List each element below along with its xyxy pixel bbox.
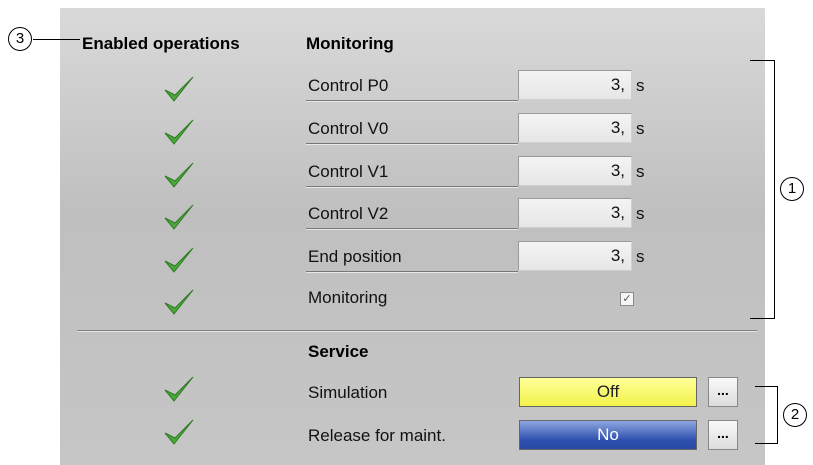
- section-divider: [77, 330, 757, 331]
- monitoring-label: Monitoring: [308, 288, 388, 307]
- row-underline: [306, 100, 518, 101]
- control-p0-time-field[interactable]: 3,: [518, 70, 632, 100]
- simulation-label: Simulation: [308, 383, 388, 402]
- control-p0-label: Control P0: [308, 76, 389, 95]
- callout-3: 3: [8, 27, 32, 51]
- end-position-unit: s: [636, 247, 645, 266]
- control-p0-unit: s: [636, 76, 645, 95]
- control-v1-label: Control V1: [308, 162, 389, 181]
- checkmark-icon: [164, 419, 194, 445]
- release-for-maint-label: Release for maint.: [308, 426, 446, 445]
- row-underline: [306, 271, 518, 272]
- checkmark-icon: [164, 247, 194, 273]
- simulation-more-button[interactable]: ...: [708, 377, 738, 407]
- end-position-time-field[interactable]: 3,: [518, 241, 632, 271]
- end-position-label: End position: [308, 247, 402, 266]
- enabled-operations-heading: Enabled operations: [82, 34, 240, 53]
- checkmark-icon: [164, 76, 194, 102]
- callout-1-bracket: [750, 60, 775, 319]
- row-underline: [306, 186, 518, 187]
- checkmark-icon: [164, 376, 194, 402]
- control-v0-unit: s: [636, 119, 645, 138]
- control-v1-unit: s: [636, 162, 645, 181]
- checkmark-icon: [164, 289, 194, 315]
- monitoring-heading: Monitoring: [306, 34, 394, 53]
- callout-1: 1: [780, 177, 804, 201]
- checkmark-icon: [164, 119, 194, 145]
- simulation-status-button[interactable]: Off: [519, 377, 697, 407]
- release-more-button[interactable]: ...: [708, 420, 738, 450]
- callout-2: 2: [783, 403, 807, 427]
- service-heading: Service: [308, 342, 369, 361]
- checkmark-icon: [164, 204, 194, 230]
- monitoring-checkbox[interactable]: ✓: [620, 292, 634, 306]
- row-underline: [306, 143, 518, 144]
- control-v2-unit: s: [636, 204, 645, 223]
- control-v0-label: Control V0: [308, 119, 389, 138]
- checkmark-icon: [164, 162, 194, 188]
- row-underline: [306, 228, 518, 229]
- control-v1-time-field[interactable]: 3,: [518, 156, 632, 186]
- control-v2-time-field[interactable]: 3,: [518, 198, 632, 228]
- control-v2-label: Control V2: [308, 204, 389, 223]
- callout-3-leader: [33, 39, 80, 41]
- release-status-button[interactable]: No: [519, 420, 697, 450]
- callout-2-bracket: [755, 386, 778, 444]
- control-v0-time-field[interactable]: 3,: [518, 113, 632, 143]
